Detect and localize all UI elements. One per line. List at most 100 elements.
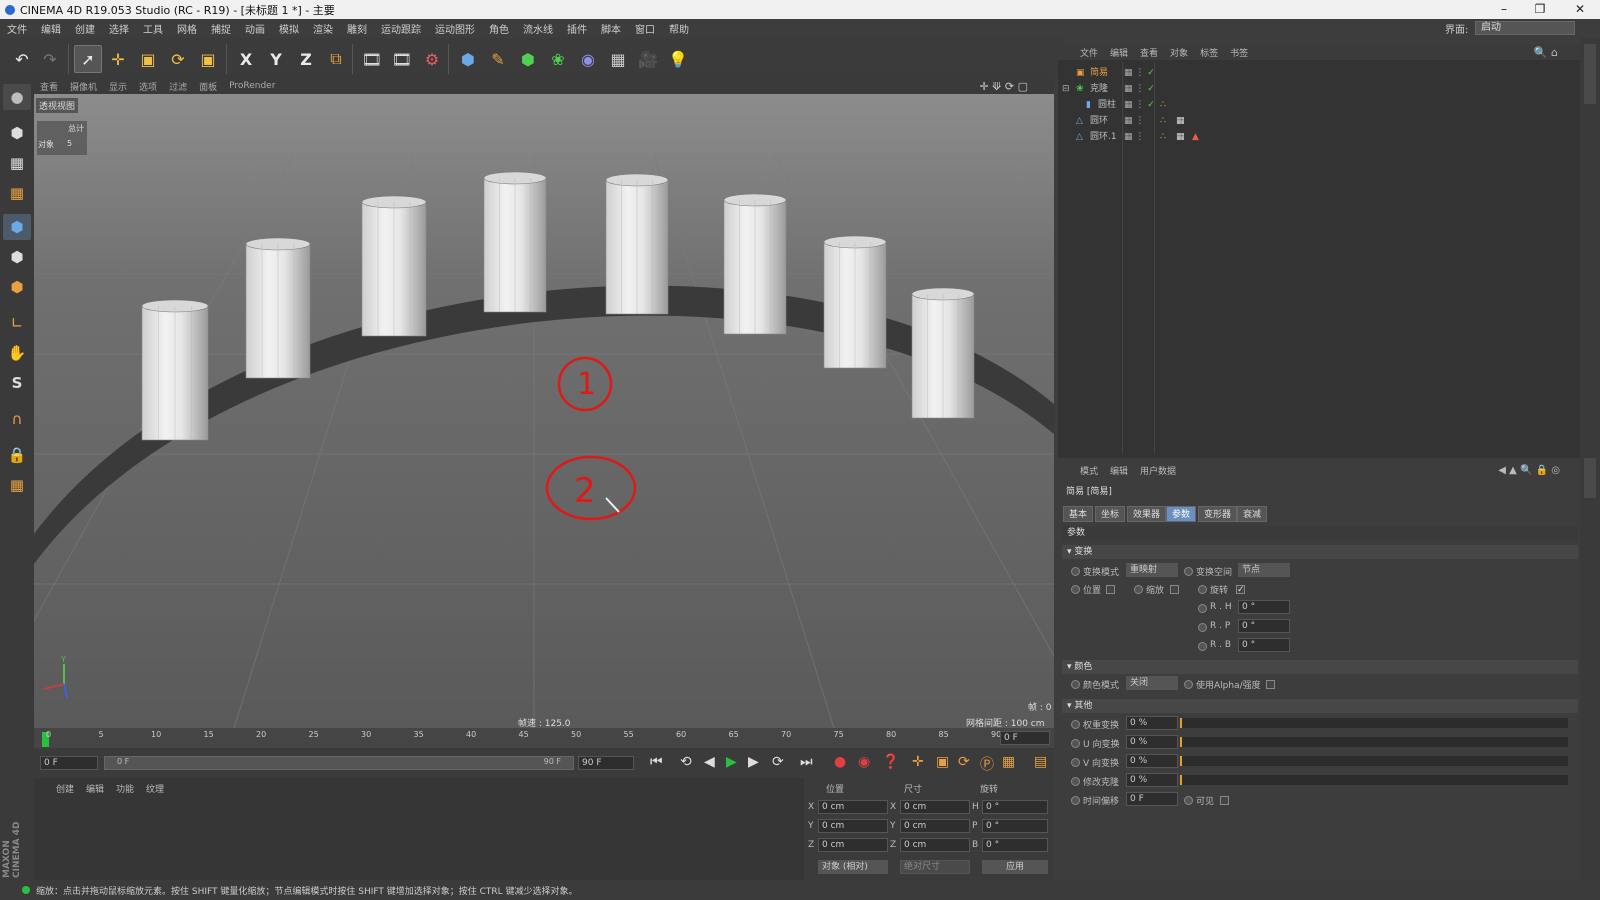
x-axis-icon[interactable]: X <box>232 45 260 73</box>
visible-checkbox[interactable] <box>1220 796 1229 805</box>
rp-field[interactable]: 0 ° <box>1238 619 1290 633</box>
object-row-torus[interactable]: △ 圆环 ▦ ⋮ ∴ ▦ <box>1060 113 1578 129</box>
axis-mode-icon[interactable]: ∟ <box>3 310 31 336</box>
timeline-ruler[interactable]: 0 5 10 15 20 25 30 35 40 45 50 55 60 65 70 75 80 85 90 0 F <box>34 728 1054 748</box>
size-y-field[interactable]: 0 cm <box>900 819 970 833</box>
am-menu-edit[interactable]: 编辑 <box>1104 464 1134 477</box>
clone-slider[interactable] <box>1180 775 1568 785</box>
color-mode-select[interactable]: 关闭 <box>1126 676 1178 690</box>
menu-file[interactable]: 文件 <box>0 21 34 36</box>
visibility-flags[interactable]: ▦ ⋮ <box>1124 129 1144 145</box>
scale-anim-radio[interactable] <box>1134 585 1143 594</box>
next-key-icon[interactable]: ⟳ <box>772 754 784 770</box>
time-anim-radio[interactable] <box>1071 796 1080 805</box>
phong-tag-icon[interactable]: ∴ <box>1160 129 1166 145</box>
expand-icon[interactable]: ⊟ <box>1062 81 1070 97</box>
select-arrow-icon[interactable]: ➚ <box>74 45 102 73</box>
vp-menu-filter[interactable]: 过滤 <box>163 80 193 93</box>
color-section-header[interactable]: ▾ 颜色 <box>1062 660 1578 674</box>
scale-icon[interactable]: ▣ <box>134 45 162 73</box>
key-position-icon[interactable]: ✛ <box>912 754 924 770</box>
mat-menu-edit[interactable]: 编辑 <box>86 782 104 795</box>
use-alpha-checkbox[interactable] <box>1266 680 1275 689</box>
tweak-mode-icon[interactable]: ✋ <box>3 340 31 366</box>
transform-space-select[interactable]: 节点 <box>1238 563 1290 577</box>
cube-primitive-icon[interactable]: ⬢ <box>454 45 482 73</box>
material-tag-icon[interactable]: ▦ <box>1176 129 1185 145</box>
rh-anim-radio[interactable] <box>1198 604 1207 613</box>
subdivision-nurbs-icon[interactable]: ⬢ <box>514 45 542 73</box>
menu-simulate[interactable]: 模拟 <box>272 21 306 36</box>
menu-create[interactable]: 创建 <box>68 21 102 36</box>
restore-button[interactable]: ❐ <box>1522 0 1558 19</box>
workplane-mode-icon[interactable]: ▦ <box>3 180 31 206</box>
undo-icon[interactable]: ↶ <box>8 45 36 73</box>
menu-plugins[interactable]: 插件 <box>560 21 594 36</box>
lock-workplane-icon[interactable]: 🔒 <box>3 442 31 468</box>
timeline-frame-field[interactable]: 0 F <box>1000 731 1050 745</box>
menu-script[interactable]: 脚本 <box>594 21 628 36</box>
material-tag-icon[interactable]: ▦ <box>1176 113 1185 129</box>
start-frame-field[interactable]: 0 F <box>40 756 98 770</box>
mat-menu-function[interactable]: 功能 <box>116 782 134 795</box>
deformer-icon[interactable]: ◉ <box>574 45 602 73</box>
side-tab-objects[interactable] <box>1584 44 1596 104</box>
rot-p-field[interactable]: 0 ° <box>982 819 1048 833</box>
weight-field[interactable]: 0 % <box>1126 716 1178 730</box>
record-keys-icon[interactable]: ● <box>834 754 846 770</box>
rh-field[interactable]: 0 ° <box>1238 600 1290 614</box>
vp-menu-panel[interactable]: 面板 <box>193 80 223 93</box>
vp-menu-cameras[interactable]: 摄像机 <box>64 80 103 93</box>
key-scale-icon[interactable]: ▣ <box>936 754 949 770</box>
object-row-torus-1[interactable]: △ 圆环.1 ▦ ⋮ ∴ ▦ ▲ <box>1060 129 1578 145</box>
u-slider[interactable] <box>1180 737 1568 747</box>
coordinate-system-icon[interactable]: ⧉ <box>322 45 350 73</box>
side-tab-attributes[interactable] <box>1584 458 1596 498</box>
camera-icon[interactable]: 🎥 <box>634 45 662 73</box>
mat-menu-create[interactable]: 创建 <box>56 782 74 795</box>
key-rotation-icon[interactable]: ⟳ <box>958 754 970 770</box>
tab-falloff[interactable]: 衰减 <box>1237 506 1268 522</box>
menu-animate[interactable]: 动画 <box>238 21 272 36</box>
pos-y-field[interactable]: 0 cm <box>818 819 888 833</box>
v-anim-radio[interactable] <box>1071 758 1080 767</box>
size-x-field[interactable]: 0 cm <box>900 800 970 814</box>
object-row-simple[interactable]: ▣ 简易 ▦ ⋮ ✓ <box>1060 65 1578 81</box>
coord-mode-select[interactable]: 对象 (相对) <box>818 860 888 874</box>
menu-tools[interactable]: 工具 <box>136 21 170 36</box>
range-slider[interactable]: 0 F 90 F <box>104 756 574 770</box>
rotate-checkbox[interactable]: ✓ <box>1236 585 1245 595</box>
go-to-start-icon[interactable]: ⏮ <box>650 754 663 770</box>
am-menu-userdata[interactable]: 用户数据 <box>1134 464 1182 477</box>
v-slider[interactable] <box>1180 756 1568 766</box>
am-nav-icons[interactable]: ◀ ▲ 🔍 🔒 ◎ <box>1498 465 1560 476</box>
prev-key-icon[interactable]: ⟲ <box>680 754 692 770</box>
play-icon[interactable]: ▶ <box>726 754 737 770</box>
menu-help[interactable]: 帮助 <box>662 21 696 36</box>
transform-mode-anim-radio[interactable] <box>1071 567 1080 576</box>
minimize-button[interactable]: – <box>1486 0 1522 19</box>
keyframe-selection-icon[interactable]: ❓ <box>882 754 899 770</box>
rb-field[interactable]: 0 ° <box>1238 638 1290 652</box>
clone-anim-radio[interactable] <box>1071 777 1080 786</box>
key-parameter-icon[interactable]: Ⓟ <box>980 754 994 774</box>
visibility-flags[interactable]: ▦ ⋮ ✓ <box>1124 65 1155 81</box>
render-view-icon[interactable]: 🎞 <box>358 45 386 73</box>
menu-edit[interactable]: 编辑 <box>34 21 68 36</box>
mat-menu-texture[interactable]: 纹理 <box>146 782 164 795</box>
menu-select[interactable]: 选择 <box>102 21 136 36</box>
pos-z-field[interactable]: 0 cm <box>818 838 888 852</box>
color-mode-anim-radio[interactable] <box>1071 680 1080 689</box>
selection-tag-icon[interactable]: ▲ <box>1192 129 1199 145</box>
menu-mesh[interactable]: 网格 <box>170 21 204 36</box>
size-z-field[interactable]: 0 cm <box>900 838 970 852</box>
rotate-anim-radio[interactable] <box>1198 585 1207 594</box>
layout-select[interactable]: 启动 <box>1475 21 1575 35</box>
rot-b-field[interactable]: 0 ° <box>982 838 1048 852</box>
phong-tag-icon[interactable]: ∴ <box>1160 113 1166 129</box>
visibility-flags[interactable]: ▦ ⋮ ✓ <box>1124 97 1155 113</box>
transform-space-anim-radio[interactable] <box>1184 567 1193 576</box>
polygons-mode-icon[interactable]: ⬢ <box>3 274 31 300</box>
go-to-end-icon[interactable]: ⏭ <box>800 754 813 770</box>
object-row-cloner[interactable]: ⊟ ❀ 克隆 ▦ ⋮ ✓ <box>1060 81 1578 97</box>
